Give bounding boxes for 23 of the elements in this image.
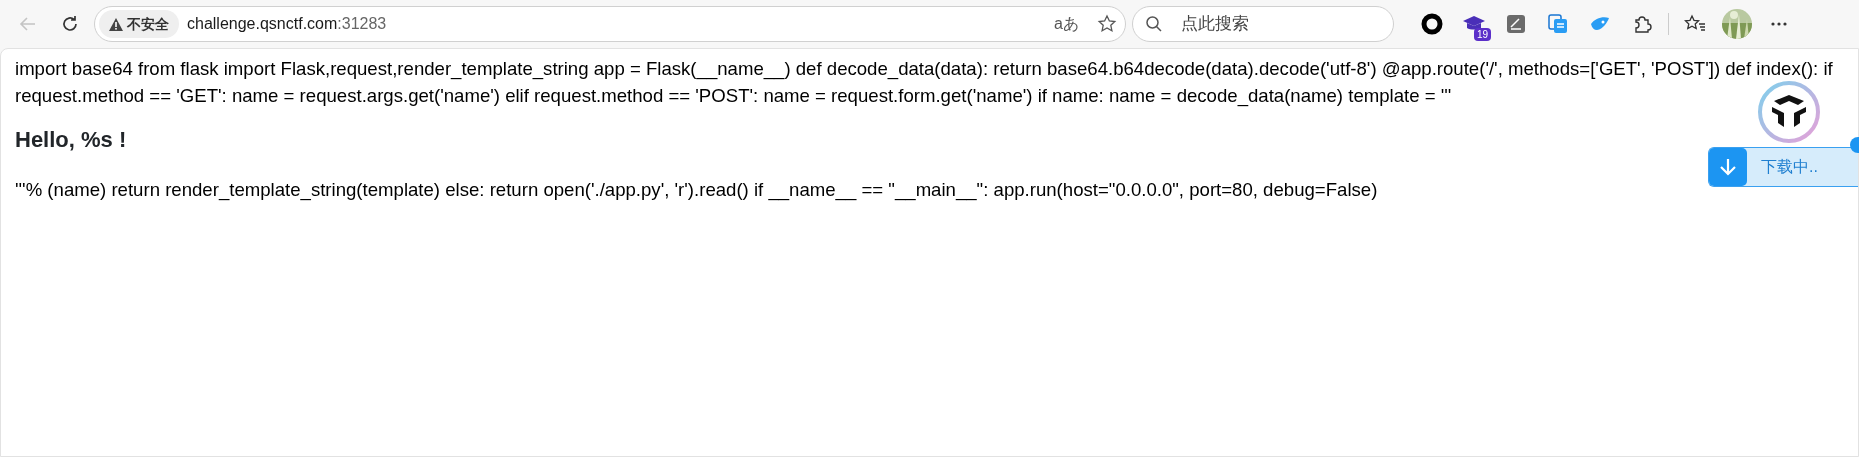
note-icon xyxy=(1506,14,1526,34)
puzzle-icon xyxy=(1632,14,1652,34)
search-box[interactable]: 点此搜索 xyxy=(1132,6,1394,42)
more-icon xyxy=(1771,22,1787,26)
search-icon xyxy=(1145,15,1163,33)
code-text: import base64 from flask import Flask,request,render_template_string app = Flask(__name__) def decode_data(data): return base64.b64decode(data).decode('utf-8') @app.route('/', methods=['GET', 'POST']) def index(): if request.method == 'GET': name = request.args.get('name') elif request.method == 'POST': name = request.form.get('name') if name: name = decode_data(name) template = ''' xyxy=(15,57,1834,109)
code-text: '''% (name) return render_template_string(template) else: return open('./app.py', 'r').read() if __name__ == "__main__": app.run(host="0.0.0.0", port=80, debug=False) xyxy=(15,178,1379,203)
url-text: challenge.qsnctf.com:31283 xyxy=(187,14,388,34)
download-button[interactable] xyxy=(1709,148,1747,186)
collections-icon xyxy=(1547,13,1569,35)
security-indicator[interactable]: 不安全 xyxy=(99,10,179,38)
address-bar[interactable]: 不安全 challenge.qsnctf.com:31283 aあ xyxy=(94,6,1126,42)
page-heading: Hello, %s ! xyxy=(15,126,128,154)
graduation-cap-button[interactable]: 19 xyxy=(1456,6,1492,42)
search-field[interactable]: 点此搜索 xyxy=(1179,10,1359,38)
download-icon xyxy=(1719,157,1737,177)
favorites-icon xyxy=(1684,14,1706,34)
ring-icon xyxy=(1421,13,1443,35)
read-aloud-button[interactable]: aあ xyxy=(1048,11,1085,37)
count-badge: 19 xyxy=(1473,28,1491,41)
reload-icon xyxy=(60,14,80,34)
download-status: 下载中.. xyxy=(1761,157,1818,177)
assistant-logo-icon[interactable] xyxy=(1756,79,1822,145)
